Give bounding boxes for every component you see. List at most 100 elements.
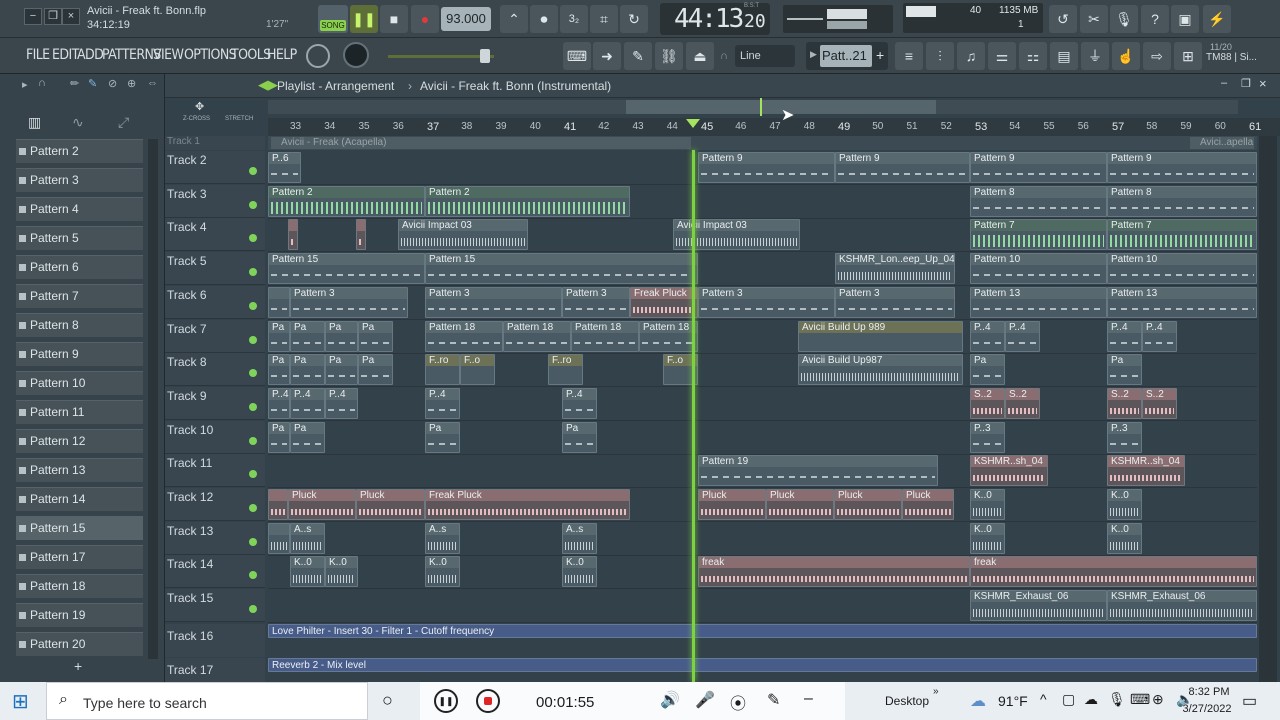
track-header[interactable]: Track 7	[165, 319, 265, 353]
track-16-header[interactable]: Track 16	[165, 624, 265, 657]
playlist-clip[interactable]: Avicii Impact 03	[398, 219, 528, 251]
track-header[interactable]: Track 9	[165, 386, 265, 420]
playlist-clip[interactable]: Pattern 18	[425, 320, 503, 352]
pattern-item[interactable]: Pattern 10	[16, 371, 143, 395]
playlist-clip[interactable]: K..0	[970, 489, 1005, 520]
arrow-right-icon[interactable]: ➜	[593, 42, 621, 70]
pattern-item[interactable]: Pattern 17	[16, 545, 143, 569]
playlist-close-icon[interactable]: ×	[1259, 76, 1267, 91]
snap-selector[interactable]: Line	[735, 45, 795, 67]
track-header[interactable]: Track 8	[165, 353, 265, 387]
audio-tab-icon[interactable]: ∿	[72, 114, 84, 131]
playlist-clip[interactable]: Pattern 19	[698, 455, 938, 487]
playlist-clip[interactable]: F..ro	[425, 354, 460, 386]
track-header[interactable]: Track 4	[165, 218, 265, 252]
playlist-clip[interactable]: Pattern 18	[571, 320, 639, 352]
playlist-clip[interactable]: Pattern 9	[1107, 152, 1257, 183]
playlist-clip[interactable]: S..2	[1142, 387, 1177, 419]
playlist-clip[interactable]: K..0	[290, 556, 325, 588]
playlist-clip[interactable]: Pattern 3	[425, 286, 562, 318]
clock-time[interactable]: 8:32 PM	[1180, 686, 1238, 698]
pattern-item[interactable]: Pattern 11	[16, 400, 143, 424]
playlist-clip[interactable]: Freak Pluck	[630, 286, 698, 318]
expand-arrow-icon[interactable]: ▸	[22, 78, 28, 91]
playlist-clip[interactable]	[268, 489, 288, 520]
playlist-clip[interactable]: A..s	[425, 522, 460, 554]
track-lane[interactable]: Pa Pa Pa Pa F..ro F..o F..ro F..o Avicii Build U…	[268, 353, 1257, 388]
pattern-item[interactable]: Pattern 3	[16, 168, 143, 192]
track-header[interactable]: Track 2	[165, 151, 265, 184]
menu-edit[interactable]: EDIT	[52, 47, 79, 63]
files-icon[interactable]: ▤	[1050, 42, 1078, 70]
taskbar-search[interactable]: ⌕ Type here to search	[46, 682, 368, 720]
add-pattern-button[interactable]: +	[74, 658, 82, 674]
playlist-clip[interactable]: P..4	[1142, 320, 1177, 352]
playlist-clip[interactable]: P..3	[970, 421, 1005, 453]
track-header[interactable]: Track 12	[165, 488, 265, 521]
webcam-icon[interactable]: ⦿	[730, 690, 746, 714]
blend-notes-icon[interactable]: ⌗	[590, 5, 618, 33]
pattern-selector[interactable]: ▶ Patt..21 +	[806, 42, 888, 70]
playlist-clip[interactable]: KSHMR_Exhaust_06	[1107, 590, 1257, 622]
playlist-clip[interactable]: Pattern 9	[698, 152, 835, 183]
pause-button[interactable]: ❚❚	[350, 5, 378, 33]
playlist-clip[interactable]	[268, 522, 290, 554]
playlist-clip[interactable]: Pluck	[356, 489, 425, 520]
notifications-icon[interactable]: ▭	[1242, 691, 1257, 711]
playlist-clip[interactable]: Pa	[562, 421, 597, 453]
cortana-icon[interactable]: ○	[382, 690, 393, 711]
playlist-clip[interactable]: Pa	[325, 320, 358, 352]
stamp-icon[interactable]: ⏏	[686, 42, 714, 70]
automation-tab-icon[interactable]: ⤢	[118, 114, 129, 131]
playlist-clip[interactable]: Avicii Build Up 989	[798, 320, 963, 352]
playlist-clip[interactable]: Pattern 7	[1107, 219, 1257, 251]
pattern-item-selected[interactable]: Pattern 15	[16, 516, 143, 540]
browser-icon[interactable]: ⚏	[1019, 42, 1047, 70]
plug-icon[interactable]: ⏚	[1081, 42, 1109, 70]
menu-add[interactable]: ADD	[77, 47, 104, 63]
playlist-clip[interactable]: Pattern 10	[1107, 253, 1257, 285]
playlist-clip[interactable]: F..o	[460, 354, 495, 386]
track-lane[interactable]: Pattern 19 KSHMR..sh_04 KSHMR..sh_04	[268, 454, 1257, 489]
playlist-clip[interactable]: Pluck	[766, 489, 834, 520]
playlist-clip[interactable]: KSHMR..sh_04	[970, 455, 1048, 487]
playlist-clip[interactable]: Pa	[970, 354, 1005, 386]
playlist-clip[interactable]: Pattern 2	[425, 185, 630, 217]
chevron-icon[interactable]: »	[933, 686, 939, 697]
minimize-button[interactable]: −	[24, 8, 42, 25]
track-1-header[interactable]: Track 1	[165, 136, 265, 150]
tray-device-icon[interactable]: ▢	[1062, 691, 1075, 708]
track-lane[interactable]: Pluck Pluck Freak Pluck Pluck Pluck Pluck Pluc…	[268, 488, 1257, 522]
playlist-clip[interactable]: Pattern 13	[1107, 286, 1257, 318]
playlist-clip[interactable]: Pattern 3	[290, 286, 408, 318]
playlist-clip[interactable]: Pa	[425, 421, 460, 453]
playlist-clip[interactable]: Pa	[268, 421, 290, 453]
playlist-clip[interactable]: K..0	[562, 556, 597, 588]
recorder-pause-icon[interactable]: ❚❚	[434, 689, 458, 713]
playlist-scrollbar[interactable]	[1259, 136, 1277, 682]
playlist-minimize-icon[interactable]: –	[1221, 77, 1227, 89]
playlist-clip[interactable]: Pattern 13	[970, 286, 1107, 318]
menu-options[interactable]: OPTIONS	[184, 47, 237, 63]
automation-clip-reverb[interactable]: Reeverb 2 - Mix level	[268, 658, 1257, 672]
loop-record-icon[interactable]: ↻	[620, 5, 648, 33]
playlist-clip[interactable]: K..0	[425, 556, 460, 588]
slip-tool-icon[interactable]: ⇔	[147, 77, 158, 89]
playlist-clip[interactable]: freak	[970, 556, 1257, 588]
pattern-item[interactable]: Pattern 20	[16, 632, 143, 656]
mixer-icon[interactable]: ⚌	[988, 42, 1016, 70]
tempo-display[interactable]: 93.000	[441, 7, 491, 31]
track-header[interactable]: Track 15	[165, 589, 265, 623]
track-lane[interactable]: K..0 K..0 K..0 K..0 freak freak	[268, 555, 1257, 590]
playlist-play-icon[interactable]: ◀▶	[258, 77, 278, 93]
playlist-clip[interactable]: Freak Pluck	[425, 489, 630, 520]
playlist-clip[interactable]: Pattern 8	[970, 185, 1107, 217]
track-enable-led[interactable]	[249, 504, 257, 512]
song-playhead[interactable]	[692, 150, 695, 682]
master-volume-knob[interactable]	[306, 44, 330, 68]
pattern-item[interactable]: Pattern 9	[16, 342, 143, 366]
pencil-tool-icon[interactable]: ✏	[70, 77, 79, 90]
track-enable-led[interactable]	[249, 301, 257, 310]
track-enable-led[interactable]	[249, 537, 257, 546]
record-button[interactable]: ●	[411, 5, 439, 33]
